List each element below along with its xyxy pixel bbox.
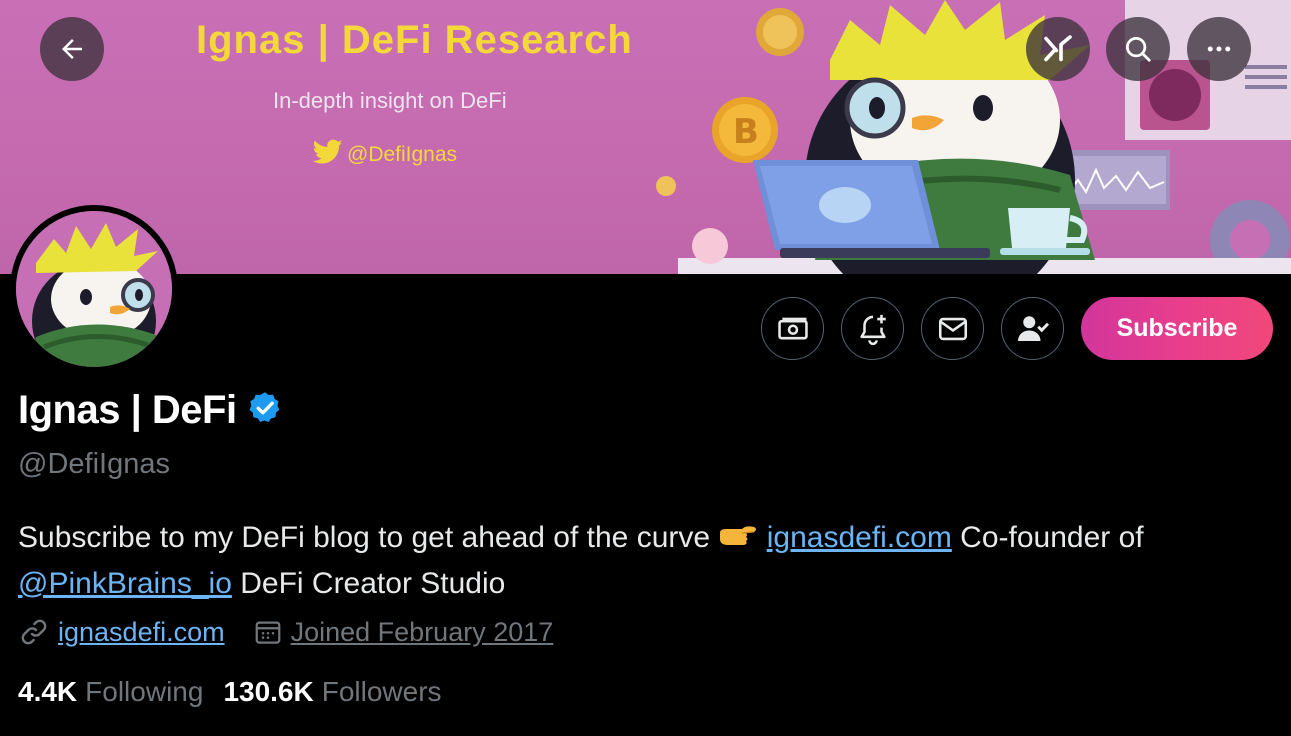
svg-text:B: B xyxy=(733,112,759,152)
following-button[interactable] xyxy=(1001,297,1064,360)
pointing-hand-icon xyxy=(718,519,758,549)
joined-date: Joined February 2017 xyxy=(290,616,554,647)
subscribe-button[interactable]: Subscribe xyxy=(1081,297,1273,360)
bio-text: Co-founder of xyxy=(951,521,1144,554)
joined-item: Joined February 2017 xyxy=(253,616,554,648)
follow-stats: 4.4K Following 130.6K Followers xyxy=(18,676,442,708)
arrow-left-icon xyxy=(62,39,82,59)
bio-text: DeFi Creator Studio xyxy=(231,567,506,600)
following-label: Following xyxy=(85,676,204,707)
website-link[interactable]: ignasdefi.com xyxy=(58,617,225,648)
banner-handle: @DefiIgnas xyxy=(347,142,458,166)
link-icon xyxy=(21,619,47,645)
money-icon xyxy=(777,317,808,339)
grok-button[interactable] xyxy=(1026,17,1090,81)
following-count: 4.4K xyxy=(18,676,78,707)
profile-banner[interactable]: B Ignas | DeFi Research In-depth insight… xyxy=(0,0,1291,274)
name-row: Ignas | DeFi xyxy=(18,388,283,433)
envelope-icon xyxy=(938,317,967,340)
person-check-icon xyxy=(1017,315,1049,341)
back-button[interactable] xyxy=(40,17,104,81)
search-icon xyxy=(1126,37,1151,62)
notify-button[interactable] xyxy=(841,297,904,360)
more-icon xyxy=(1207,46,1231,52)
profile-meta: ignasdefi.com Joined February 2017 xyxy=(18,616,553,648)
banner-subtitle: In-depth insight on DeFi xyxy=(273,88,507,113)
bio-link-pinkbrains[interactable]: @PinkBrains_io xyxy=(18,567,232,600)
following-stat[interactable]: 4.4K Following xyxy=(18,676,203,708)
bio-text: Subscribe to my DeFi blog to get ahead o… xyxy=(18,521,719,554)
banner-title: Ignas | DeFi Research xyxy=(196,18,633,62)
banner-handle-row: @DefiIgnas xyxy=(312,139,458,170)
grok-icon xyxy=(1044,35,1072,62)
search-button[interactable] xyxy=(1106,17,1170,81)
tips-button[interactable] xyxy=(761,297,824,360)
bell-plus-icon xyxy=(859,314,886,345)
followers-stat[interactable]: 130.6K Followers xyxy=(223,676,441,708)
profile-handle: @DefiIgnas xyxy=(18,448,170,480)
verified-badge-icon[interactable] xyxy=(247,390,283,431)
more-button[interactable] xyxy=(1187,17,1251,81)
message-button[interactable] xyxy=(921,297,984,360)
bio-link-website[interactable]: ignasdefi.com xyxy=(767,521,952,554)
profile-bio: Subscribe to my DeFi blog to get ahead o… xyxy=(18,515,1278,607)
avatar[interactable] xyxy=(10,205,178,373)
bird-icon xyxy=(312,139,343,170)
website-item: ignasdefi.com xyxy=(18,616,225,648)
banner-illustration: B xyxy=(656,0,1291,274)
avatar-image xyxy=(16,211,172,367)
followers-label: Followers xyxy=(321,676,442,707)
display-name: Ignas | DeFi xyxy=(18,388,237,432)
followers-count: 130.6K xyxy=(223,676,314,707)
calendar-icon xyxy=(255,621,280,644)
